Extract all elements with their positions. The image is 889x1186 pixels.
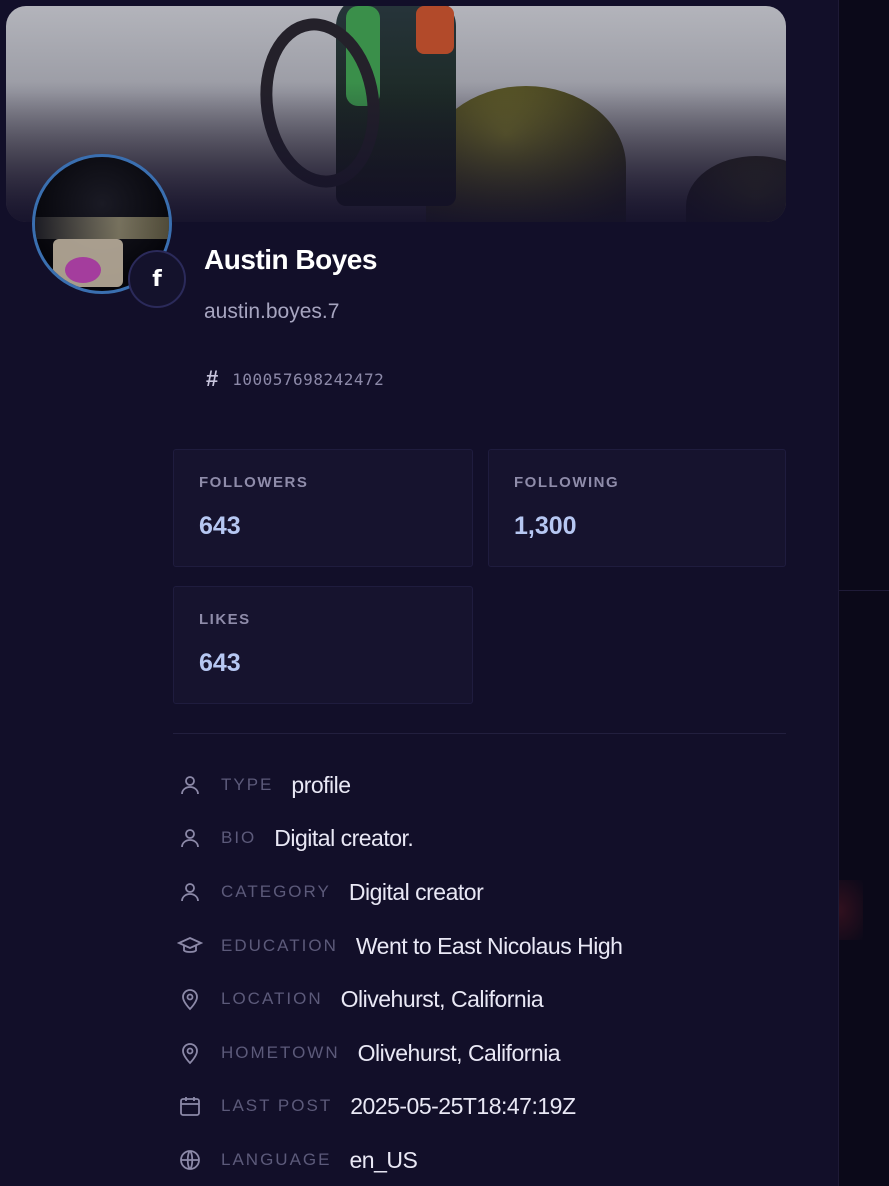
side-panel-divider [839,590,889,591]
info-key: LOCATION [221,989,323,1008]
info-value: Olivehurst, California [357,1039,561,1066]
info-key: LAST POST [221,1096,333,1115]
side-panel-glow [839,880,863,940]
info-value: Digital creator [348,878,484,905]
profile-card: f Austin Boyes austin.boyes.7 # 10005769… [0,0,838,1186]
profile-id-row: # 100057698242472 [206,366,384,392]
stat-label: FOLLOWERS [199,474,309,491]
side-panel [838,0,889,1186]
info-key: CATEGORY [221,882,331,901]
profile-page: f Austin Boyes austin.boyes.7 # 10005769… [0,0,889,1186]
user-icon [175,877,205,907]
info-value: Digital creator. [274,824,414,851]
facebook-badge-letter: f [152,266,162,292]
globe-icon [175,1145,205,1175]
info-row-type: TYPE profile [175,768,351,802]
info-value: Went to East Nicolaus High [355,932,623,959]
info-row-hometown: HOMETOWN Olivehurst, California [175,1036,561,1070]
user-icon [175,823,205,853]
info-key: LANGUAGE [221,1150,332,1169]
info-row-last-post: LAST POST 2025-05-25T18:47:19Z [175,1089,576,1123]
avatar-light [35,217,169,239]
info-row-category: CATEGORY Digital creator [175,875,484,909]
info-row-language: LANGUAGE en_US [175,1143,418,1177]
section-divider [173,733,786,734]
info-value: Olivehurst, California [340,985,544,1012]
map-pin-icon [175,984,205,1014]
facebook-icon: f [128,250,186,308]
calendar-icon [175,1091,205,1121]
profile-id[interactable]: 100057698242472 [232,370,384,389]
info-key: HOMETOWN [221,1043,340,1062]
info-key: BIO [221,828,257,847]
stat-following: FOLLOWING 1,300 [488,449,786,567]
hash-icon: # [206,366,219,391]
map-pin-icon [175,1038,205,1068]
info-key: TYPE [221,775,274,794]
info-row-education: EDUCATION Went to East Nicolaus High [175,929,623,963]
user-icon [175,770,205,800]
avatar-accent [65,257,101,283]
stat-likes: LIKES 643 [173,586,473,704]
stat-label: LIKES [199,611,251,628]
info-value: en_US [349,1146,418,1173]
profile-username: austin.boyes.7 [204,300,340,323]
profile-name: Austin Boyes [204,244,377,275]
stat-label: FOLLOWING [514,474,620,491]
stat-value: 1,300 [514,512,577,540]
info-value: profile [291,771,351,798]
stat-value: 643 [199,649,241,677]
info-row-location: LOCATION Olivehurst, California [175,982,544,1016]
info-value: 2025-05-25T18:47:19Z [350,1092,576,1119]
info-key: EDUCATION [221,936,338,955]
stat-followers: FOLLOWERS 643 [173,449,473,567]
graduation-cap-icon [175,931,205,961]
info-row-bio: BIO Digital creator. [175,821,414,855]
stat-value: 643 [199,512,241,540]
